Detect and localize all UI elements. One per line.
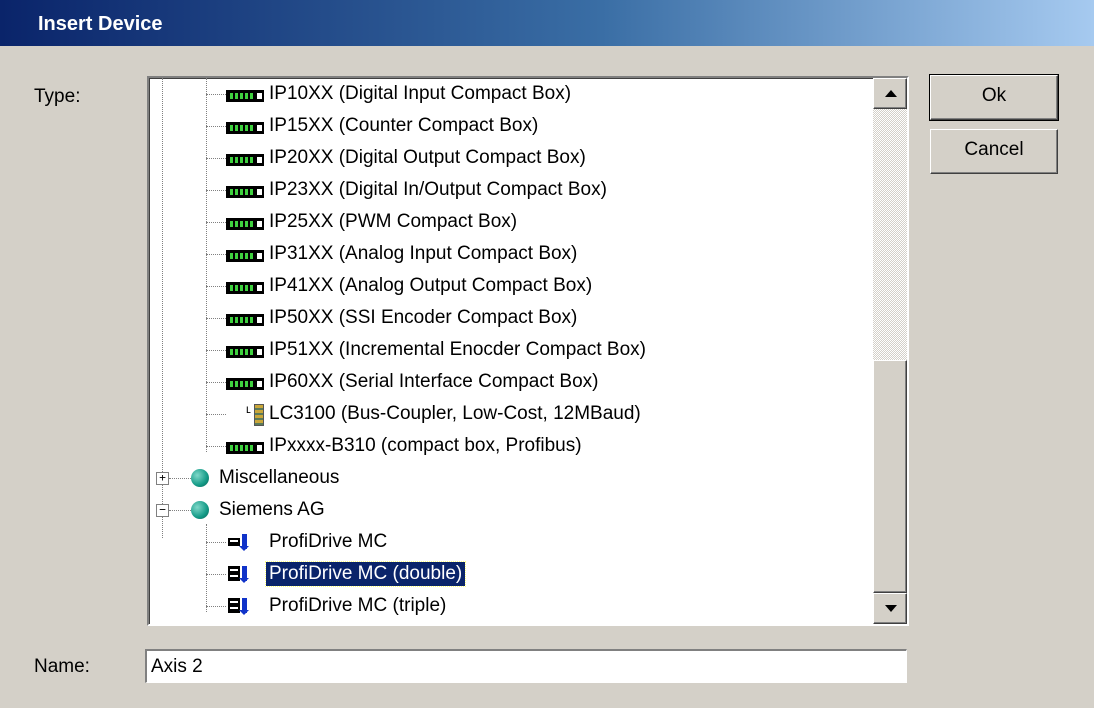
tree-item-profidrive-mc[interactable]: ProfiDrive MC bbox=[149, 528, 873, 556]
tree-item-ip31xx[interactable]: IP31XX (Analog Input Compact Box) bbox=[149, 240, 873, 268]
tree-item-lc3100[interactable]: ʟ LC3100 (Bus-Coupler, Low-Cost, 12MBaud… bbox=[149, 400, 873, 428]
tree-item-ip25xx[interactable]: IP25XX (PWM Compact Box) bbox=[149, 208, 873, 236]
tree-item-label: IP60XX (Serial Interface Compact Box) bbox=[269, 371, 599, 392]
tree-node-siemens-ag[interactable]: − Siemens AG bbox=[149, 496, 873, 524]
compact-box-icon bbox=[226, 282, 264, 294]
tree-line bbox=[169, 510, 191, 511]
tree-line bbox=[206, 222, 226, 223]
tree-line bbox=[206, 318, 226, 319]
tree-line bbox=[206, 350, 226, 351]
type-label: Type: bbox=[34, 86, 81, 107]
compact-box-icon bbox=[226, 250, 264, 262]
tree-item-label: Siemens AG bbox=[219, 499, 325, 520]
tree-item-label: ProfiDrive MC (triple) bbox=[269, 595, 447, 616]
tree-item-profidrive-mc-double[interactable]: ProfiDrive MC (double) bbox=[149, 560, 873, 588]
tree-item-ip50xx[interactable]: IP50XX (SSI Encoder Compact Box) bbox=[149, 304, 873, 332]
tree-item-label: ProfiDrive MC bbox=[269, 531, 388, 552]
compact-box-icon bbox=[226, 378, 264, 390]
scroll-thumb[interactable] bbox=[873, 360, 907, 593]
tree-item-label: IP23XX (Digital In/Output Compact Box) bbox=[269, 179, 607, 200]
compact-box-icon bbox=[226, 346, 264, 358]
tree-item-label: ProfiDrive MC (double) bbox=[264, 561, 467, 587]
arrow-down-icon bbox=[885, 605, 897, 612]
tree-item-label: IP10XX (Digital Input Compact Box) bbox=[269, 83, 572, 104]
compact-box-icon bbox=[226, 90, 264, 102]
arrow-glyph bbox=[239, 534, 249, 551]
tree-line bbox=[206, 606, 226, 607]
compact-box-icon bbox=[226, 218, 264, 230]
tree-item-label: IP15XX (Counter Compact Box) bbox=[269, 115, 539, 136]
plug-glyph bbox=[228, 538, 240, 546]
tree-line bbox=[206, 158, 226, 159]
compact-box-icon bbox=[226, 442, 264, 454]
arrow-glyph bbox=[239, 566, 249, 583]
tree-line bbox=[206, 126, 226, 127]
globe-icon bbox=[191, 469, 209, 487]
name-input[interactable] bbox=[145, 649, 907, 683]
coupler-mark-icon: ʟ bbox=[246, 402, 251, 416]
tree-line bbox=[206, 286, 226, 287]
globe-icon bbox=[191, 501, 209, 519]
tree-item-label: IP41XX (Analog Output Compact Box) bbox=[269, 275, 593, 296]
tree-item-label: Miscellaneous bbox=[219, 467, 340, 488]
tree-view[interactable]: IP10XX (Digital Input Compact Box) IP15X… bbox=[149, 78, 873, 624]
device-type-tree[interactable]: IP10XX (Digital Input Compact Box) IP15X… bbox=[147, 76, 909, 626]
tree-item-ip15xx[interactable]: IP15XX (Counter Compact Box) bbox=[149, 112, 873, 140]
cancel-button[interactable]: Cancel bbox=[930, 129, 1058, 174]
tree-item-ip23xx[interactable]: IP23XX (Digital In/Output Compact Box) bbox=[149, 176, 873, 204]
arrow-glyph bbox=[239, 598, 249, 615]
tree-item-label: IP31XX (Analog Input Compact Box) bbox=[269, 243, 578, 264]
tree-item-label: IP51XX (Incremental Enocder Compact Box) bbox=[269, 339, 647, 360]
tree-line bbox=[206, 446, 226, 447]
scroll-down-button[interactable] bbox=[873, 593, 907, 624]
vertical-scrollbar[interactable] bbox=[873, 78, 907, 624]
drive-triple-icon bbox=[228, 598, 258, 615]
tree-item-label: IPxxxx-B310 (compact box, Profibus) bbox=[269, 435, 582, 456]
tree-node-miscellaneous[interactable]: + Miscellaneous bbox=[149, 464, 873, 492]
tree-item-ip41xx[interactable]: IP41XX (Analog Output Compact Box) bbox=[149, 272, 873, 300]
compact-box-icon bbox=[226, 314, 264, 326]
compact-box-icon bbox=[226, 186, 264, 198]
expand-icon[interactable]: + bbox=[156, 472, 169, 485]
drive-icon bbox=[228, 534, 258, 551]
tree-line bbox=[206, 94, 226, 95]
tree-item-ip10xx[interactable]: IP10XX (Digital Input Compact Box) bbox=[149, 80, 873, 108]
collapse-icon[interactable]: − bbox=[156, 504, 169, 517]
tree-item-profidrive-mc-triple[interactable]: ProfiDrive MC (triple) bbox=[149, 592, 873, 620]
compact-box-icon bbox=[226, 154, 264, 166]
tree-line bbox=[206, 414, 226, 415]
window-title: Insert Device bbox=[38, 13, 163, 35]
title-bar: Insert Device bbox=[0, 0, 1094, 46]
drive-double-icon bbox=[228, 566, 258, 583]
tree-line bbox=[206, 254, 226, 255]
tree-line bbox=[206, 382, 226, 383]
tree-line bbox=[169, 478, 191, 479]
tree-item-ipxxxx-b310[interactable]: IPxxxx-B310 (compact box, Profibus) bbox=[149, 432, 873, 460]
tree-line bbox=[206, 190, 226, 191]
bus-coupler-icon bbox=[254, 404, 264, 426]
arrow-up-icon bbox=[885, 90, 897, 97]
compact-box-icon bbox=[226, 122, 264, 134]
tree-item-label: LC3100 (Bus-Coupler, Low-Cost, 12MBaud) bbox=[269, 403, 641, 424]
tree-item-label: IP50XX (SSI Encoder Compact Box) bbox=[269, 307, 578, 328]
name-label: Name: bbox=[34, 656, 90, 677]
scroll-up-button[interactable] bbox=[873, 78, 907, 109]
ok-button[interactable]: Ok bbox=[929, 74, 1059, 121]
tree-line bbox=[206, 574, 226, 575]
tree-item-label: IP20XX (Digital Output Compact Box) bbox=[269, 147, 586, 168]
tree-item-label: IP25XX (PWM Compact Box) bbox=[269, 211, 518, 232]
tree-line bbox=[206, 542, 226, 543]
tree-item-ip51xx[interactable]: IP51XX (Incremental Enocder Compact Box) bbox=[149, 336, 873, 364]
tree-item-ip20xx[interactable]: IP20XX (Digital Output Compact Box) bbox=[149, 144, 873, 172]
tree-item-ip60xx[interactable]: IP60XX (Serial Interface Compact Box) bbox=[149, 368, 873, 396]
